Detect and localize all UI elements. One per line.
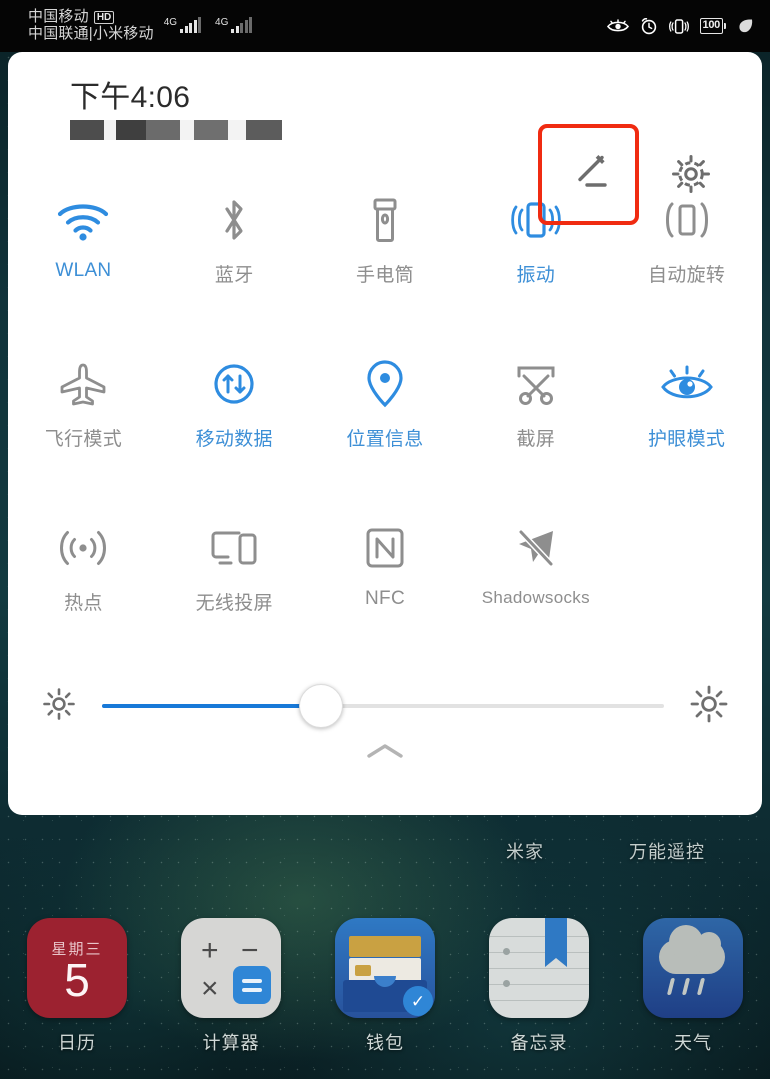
tile-label-cast-screen: 无线投屏 [195, 593, 273, 614]
tile-label-auto-rotate: 自动旋转 [647, 265, 726, 286]
edit-quick-settings-button[interactable] [538, 124, 639, 225]
app-label-weather: 天气 [674, 1033, 712, 1053]
tile-label-vibrate: 振动 [516, 265, 556, 286]
dock-app-calculator[interactable]: + − × 计算器 [154, 918, 308, 1055]
quick-settings-tiles: WLAN 蓝牙 手电筒 振动 自动旋转 飞行模式 移动数据 位置信息 截屏 护眼… [8, 176, 762, 668]
mobile-data-icon [209, 354, 259, 414]
home-screen-dock: 星期三 5 日历 + − × 计算器 ✓ 钱包 备忘录 天气 [0, 918, 770, 1055]
brightness-thumb[interactable] [299, 684, 344, 728]
nfc-icon [362, 518, 408, 578]
paper-plane-off-icon [509, 518, 563, 578]
wallet-verified-check-icon: ✓ [403, 986, 433, 1016]
settings-button[interactable] [660, 150, 722, 202]
flashlight-icon [367, 190, 403, 250]
edit-pencil-icon [564, 147, 614, 202]
signal-bars-1 [180, 17, 202, 33]
tile-label-eye-comfort: 护眼模式 [647, 429, 726, 450]
collapse-panel-handle[interactable] [8, 740, 762, 784]
leaf-power-saving-icon [737, 18, 754, 34]
tile-label-bluetooth: 蓝牙 [214, 265, 254, 286]
tile-shadowsocks[interactable]: Shadowsocks [460, 504, 611, 668]
network-type-label-1: 4G [163, 17, 178, 28]
cast-screen-icon [207, 518, 261, 578]
dock-app-weather[interactable]: 天气 [616, 918, 770, 1055]
tile-label-nfc: NFC [365, 588, 405, 609]
app-label-wallet: 钱包 [366, 1033, 404, 1053]
tile-wlan[interactable]: WLAN [8, 176, 159, 340]
hotspot-icon [57, 518, 109, 578]
tile-screenshot[interactable]: 截屏 [460, 340, 611, 504]
tile-label-wlan: WLAN [55, 260, 112, 281]
location-pin-icon [365, 354, 405, 414]
clock-label: 下午4:06 [70, 81, 191, 114]
tile-empty-slot [611, 504, 762, 668]
calendar-day-label: 5 [64, 953, 90, 1006]
tile-flashlight[interactable]: 手电筒 [310, 176, 461, 340]
tile-location[interactable]: 位置信息 [310, 340, 461, 504]
tile-label-screenshot: 截屏 [516, 429, 556, 450]
eye-comfort-icon [659, 354, 715, 414]
eye-comfort-icon [606, 18, 629, 34]
tile-airplane-mode[interactable]: 飞行模式 [8, 340, 159, 504]
dock-app-memo[interactable]: 备忘录 [462, 918, 616, 1055]
tile-bluetooth[interactable]: 蓝牙 [159, 176, 310, 340]
home-widget-label-universal-remote[interactable]: 万能遥控 [629, 838, 705, 864]
dock-app-calendar[interactable]: 星期三 5 日历 [0, 918, 154, 1055]
tile-row-2: 飞行模式 移动数据 位置信息 截屏 护眼模式 [8, 340, 762, 504]
hd-badge: HD [93, 11, 115, 25]
brightness-low-icon [42, 687, 76, 726]
calculator-icon: + − × [181, 918, 281, 1018]
tile-label-mobile-data: 移动数据 [195, 429, 273, 450]
memo-icon [489, 918, 589, 1018]
tile-label-location: 位置信息 [346, 429, 424, 450]
chevron-up-icon [363, 740, 407, 767]
app-label-memo: 备忘录 [510, 1033, 568, 1053]
home-widget-label-mijia[interactable]: 米家 [506, 838, 544, 864]
tile-cast-screen[interactable]: 无线投屏 [159, 504, 310, 668]
airplane-icon [56, 354, 110, 414]
brightness-fill [102, 704, 322, 708]
tile-eye-comfort[interactable]: 护眼模式 [611, 340, 762, 504]
status-bar: 中国移动 HD 中国联通|小米移动 4G 4G 100 [0, 0, 770, 52]
signal-sim1: 4G [163, 17, 202, 33]
carrier-info: 中国移动 HD 中国联通|小米移动 [28, 8, 154, 43]
screenshot-scissors-icon [510, 354, 562, 414]
tile-row-1: WLAN 蓝牙 手电筒 振动 自动旋转 [8, 176, 762, 340]
vibrate-icon [668, 18, 689, 35]
dock-app-wallet[interactable]: ✓ 钱包 [308, 918, 462, 1055]
tile-row-3: 热点 无线投屏 NFC Shadowsocks [8, 504, 762, 668]
quick-settings-panel: 下午4:06 WLAN 蓝牙 手电筒 振动 自动旋转 飞行模式 移动数据 位置信… [8, 52, 762, 815]
tile-label-shadowsocks: Shadowsocks [481, 588, 590, 607]
alarm-clock-icon [640, 17, 658, 35]
weather-rain-icon [643, 918, 743, 1018]
battery-percent-label: 100 [699, 18, 723, 34]
bluetooth-icon [216, 190, 252, 250]
signal-bars-2 [231, 17, 253, 33]
status-icons: 100 [606, 17, 754, 35]
carrier-primary-label: 中国移动 [28, 8, 89, 26]
carrier-secondary-label: 中国联通|小米移动 [28, 25, 154, 42]
tile-label-hotspot: 热点 [64, 593, 103, 614]
date-redacted-mosaic [70, 120, 282, 140]
calendar-icon: 星期三 5 [27, 918, 127, 1018]
app-label-calculator: 计算器 [202, 1033, 260, 1053]
brightness-slider[interactable] [102, 684, 664, 728]
tile-hotspot[interactable]: 热点 [8, 504, 159, 668]
signal-sim2: 4G [215, 17, 253, 33]
battery-icon: 100 [699, 18, 726, 34]
gear-icon [668, 151, 714, 202]
network-type-label-2: 4G [215, 17, 229, 28]
tile-nfc[interactable]: NFC [310, 504, 461, 668]
app-label-calendar: 日历 [58, 1033, 96, 1053]
wallet-icon: ✓ [335, 918, 435, 1018]
brightness-slider-row [8, 660, 762, 752]
quick-settings-header: 下午4:06 [8, 52, 762, 225]
signal-indicators: 4G 4G [164, 17, 253, 33]
tile-label-airplane-mode: 飞行模式 [44, 429, 122, 450]
brightness-high-icon [690, 685, 728, 728]
wifi-icon [55, 190, 111, 250]
tile-label-flashlight: 手电筒 [356, 265, 414, 286]
tile-mobile-data[interactable]: 移动数据 [159, 340, 310, 504]
